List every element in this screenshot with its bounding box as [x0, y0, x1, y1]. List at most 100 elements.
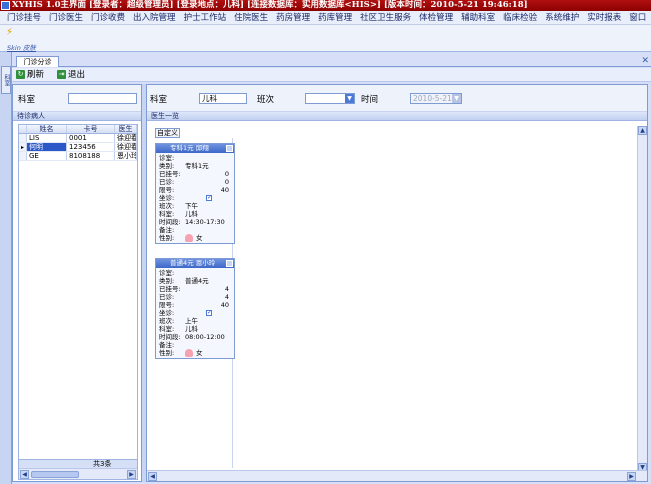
card-field-value: 40: [220, 301, 229, 309]
card-field-value: 儿科: [185, 325, 198, 333]
card-field-value: 40: [220, 186, 229, 194]
side-panel-tab[interactable]: 科室: [1, 66, 11, 94]
female-person-icon: [185, 234, 193, 242]
card-field-label: 科室:: [159, 325, 175, 333]
menu-item[interactable]: 门诊挂号: [3, 11, 45, 25]
card-field-label: 科室:: [159, 210, 175, 218]
grid-hscrollbar[interactable]: ◀ ▶: [19, 468, 137, 479]
menu-item[interactable]: 社区卫生服务: [356, 11, 415, 25]
cell-doctor: 恩小玲: [117, 152, 137, 160]
menu-item[interactable]: 出入院管理: [129, 11, 180, 25]
card-field-value: 4: [224, 293, 229, 301]
cell-name: LIS: [27, 134, 67, 142]
lightning-icon[interactable]: ⚡: [6, 27, 13, 38]
doctor-card[interactable]: 普通4元 恩小玲 诊室: 类别: 普通4元 已挂号: 4 已诊: 4 限号: 40 坐诊: ✓ 班次: 上…: [155, 258, 235, 359]
card-field-label: 限号:: [159, 186, 175, 194]
menu-item[interactable]: 临床检验: [499, 11, 541, 25]
female-person-icon: [185, 349, 193, 357]
custom-button[interactable]: 自定义: [155, 128, 180, 138]
shift-select[interactable]: ▼: [305, 93, 355, 104]
refresh-button[interactable]: ↻ 刷新: [16, 69, 44, 81]
menu-item[interactable]: 门诊医生: [45, 11, 87, 25]
exit-button[interactable]: ⇥ 退出: [57, 69, 85, 81]
grid-header: 姓名 卡号 医生: [19, 125, 137, 134]
window-title: XYHIS 1.0主界面 [登录者：超级管理员] [登录地点：儿科] [连接数据…: [12, 0, 528, 10]
card-field: 科室: 儿科: [159, 210, 231, 218]
menu-item[interactable]: 药库管理: [314, 11, 356, 25]
skin-link[interactable]: Skin 皮肤: [7, 42, 36, 52]
card-field: 已挂号: 4: [159, 285, 231, 293]
scroll-thumb[interactable]: [31, 471, 79, 478]
cell-name: GE: [27, 152, 67, 160]
waiting-patients-header: 待诊病人: [13, 112, 141, 121]
menu-item[interactable]: 药房管理: [272, 11, 314, 25]
card-field-label: 坐诊:: [159, 309, 175, 317]
card-field-label: 已诊:: [159, 293, 175, 301]
row-marker: [19, 152, 27, 160]
col-name[interactable]: 姓名: [27, 125, 67, 133]
on-duty-checkbox[interactable]: ✓: [206, 310, 212, 316]
scroll-up-icon[interactable]: ▲: [638, 126, 647, 135]
scroll-left-icon[interactable]: ◀: [148, 472, 157, 481]
card-field-label: 诊室:: [159, 269, 175, 277]
exit-icon: ⇥: [57, 70, 66, 79]
menu-item[interactable]: 窗口: [625, 11, 650, 25]
card-field-value: 女: [196, 234, 203, 242]
close-icon[interactable]: ✕: [641, 56, 649, 66]
side-panel-strip: 科室: [0, 52, 12, 484]
scroll-right-icon[interactable]: ▶: [127, 470, 136, 479]
card-field-label: 限号:: [159, 301, 175, 309]
card-field-label: 时间段:: [159, 218, 181, 226]
card-field: 班次: 下午: [159, 202, 231, 210]
doctor-card-title-text: 普通4元 恩小玲: [170, 259, 216, 267]
card-field-value: 普通4元: [185, 277, 209, 285]
card-field-label: 类别:: [159, 162, 175, 170]
app-icon: [1, 1, 10, 10]
cards-hscrollbar[interactable]: ◀ ▶: [147, 470, 647, 481]
cell-card: 8108188: [67, 152, 115, 160]
col-card[interactable]: 卡号: [67, 125, 115, 133]
table-row[interactable]: GE 8108188 恩小玲: [19, 152, 137, 161]
menu-item[interactable]: 辅助科室: [457, 11, 499, 25]
scroll-left-icon[interactable]: ◀: [20, 470, 29, 479]
card-field: 班次: 上午: [159, 317, 231, 325]
col-doctor[interactable]: 医生: [115, 125, 137, 133]
on-duty-checkbox[interactable]: ✓: [206, 195, 212, 201]
date-picker[interactable]: 2010-5-21 ▼: [410, 93, 462, 104]
card-field: 已诊: 4: [159, 293, 231, 301]
toolbar: ↻ 刷新 ⇥ 退出: [12, 68, 651, 82]
card-field: 性别: 女: [159, 234, 231, 242]
card-field-value: 0: [224, 178, 229, 186]
menu-item[interactable]: 系统维护: [541, 11, 583, 25]
card-field-label: 已挂号:: [159, 285, 181, 293]
card-menu-icon[interactable]: [226, 260, 233, 267]
scroll-right-icon[interactable]: ▶: [627, 472, 636, 481]
cards-vscrollbar[interactable]: ▲ ▼: [637, 126, 647, 472]
menu-item[interactable]: 体检管理: [415, 11, 457, 25]
table-row[interactable]: LIS 0001 徐迎春: [19, 134, 137, 143]
card-field-label: 已诊:: [159, 178, 175, 186]
chevron-down-icon[interactable]: ▼: [345, 94, 354, 103]
table-row[interactable]: ▸ 何明 123456 徐迎春: [19, 143, 137, 152]
dept-input[interactable]: [68, 93, 137, 104]
card-field-value: 08:00-12:00: [185, 333, 225, 341]
menu-item[interactable]: 住院医生: [230, 11, 272, 25]
card-field: 备注:: [159, 226, 231, 234]
card-field: 限号: 40: [159, 186, 231, 194]
menu-item[interactable]: 门诊收费: [87, 11, 129, 25]
cell-doctor: 徐迎春: [117, 134, 137, 142]
tab-outpatient-triage[interactable]: 门诊分诊: [16, 56, 59, 67]
card-field-label: 性别:: [159, 349, 175, 357]
doctor-card[interactable]: 专科1元 邱翔 诊室: 类别: 专科1元 已挂号: 0 已诊: 0 限号: 40 坐诊: ✓ 班次: 下午…: [155, 143, 235, 244]
calendar-dropdown-icon[interactable]: ▼: [452, 94, 461, 103]
card-field: 备注:: [159, 341, 231, 349]
card-field-label: 坐诊:: [159, 194, 175, 202]
menu-item[interactable]: 护士工作站: [180, 11, 231, 25]
right-filter-bar: 科室 儿科 班次 ▼ 时间 2010-5-21 ▼: [147, 85, 647, 112]
right-dept-input[interactable]: 儿科: [199, 93, 247, 104]
card-field: 坐诊: ✓: [159, 194, 231, 202]
card-field-value: 专科1元: [185, 162, 209, 170]
card-field-label: 已挂号:: [159, 170, 181, 178]
menu-item[interactable]: 实时报表: [583, 11, 625, 25]
card-menu-icon[interactable]: [226, 145, 233, 152]
